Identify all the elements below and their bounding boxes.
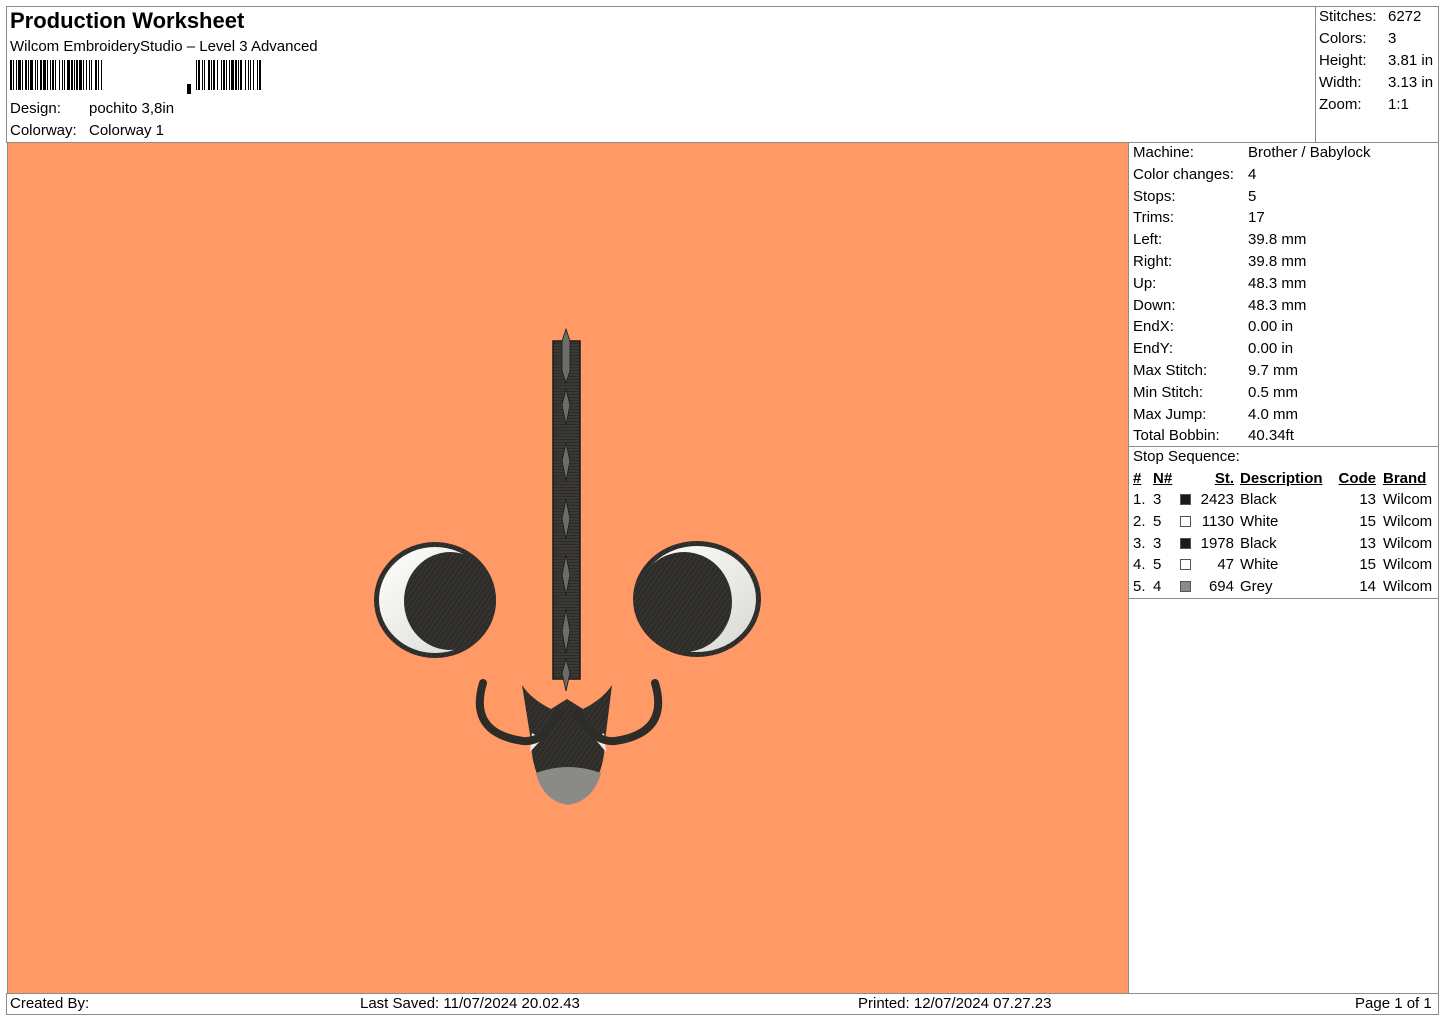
summary-label: Colors: <box>1319 30 1367 47</box>
thread-swatch <box>1180 537 1191 549</box>
detail-value: 48.3 mm <box>1248 274 1307 292</box>
thread-swatch <box>1180 559 1191 571</box>
detail-label: Min Stitch: <box>1133 383 1204 401</box>
stop-cell-n: 3 <box>1153 534 1162 552</box>
left-eye <box>374 542 496 658</box>
detail-value: 40.34ft <box>1248 427 1294 445</box>
colorway-label: Colorway: <box>10 122 77 139</box>
stop-cell-brand: Wilcom <box>1383 512 1433 530</box>
stop-cell-description: White <box>1240 512 1279 530</box>
stop-cell-index: 5. <box>1133 578 1146 596</box>
column-header: Description <box>1240 470 1323 487</box>
detail-label: Machine: <box>1133 144 1194 161</box>
software-name: Wilcom EmbroideryStudio – Level 3 Advanc… <box>10 38 318 55</box>
stop-cell-brand: Wilcom <box>1383 556 1433 574</box>
design-label: Design: <box>10 100 61 117</box>
summary-value: 1:1 <box>1388 96 1409 113</box>
stop-cell-description: Black <box>1240 534 1277 552</box>
detail-value: 39.8 mm <box>1248 253 1307 270</box>
stop-cell-code: 15 <box>1359 512 1376 530</box>
detail-label: Max Stitch: <box>1133 362 1208 379</box>
mouth <box>475 679 663 805</box>
stop-cell-n: 4 <box>1153 578 1162 596</box>
summary-value: 3.81 in <box>1388 52 1434 69</box>
stop-cell-brand: Wilcom <box>1383 534 1433 552</box>
column-header: St. <box>1214 470 1234 487</box>
stop-cell-index: 2. <box>1133 512 1146 530</box>
detail-label: Color changes: <box>1133 165 1234 183</box>
embroidery-design <box>374 327 761 805</box>
summary-label: Width: <box>1319 74 1362 91</box>
detail-label: Total Bobbin: <box>1133 427 1220 445</box>
detail-value: 17 <box>1248 209 1265 227</box>
colorway-value: Colorway 1 <box>89 122 165 139</box>
stop-cell-code: 14 <box>1359 578 1376 596</box>
stop-cell-stitches: 1130 <box>1201 512 1234 530</box>
stop-cell-n: 5 <box>1153 556 1162 574</box>
column-header: # <box>1133 470 1142 487</box>
detail-value: 48.3 mm <box>1248 296 1307 314</box>
stop-cell-code: 13 <box>1359 534 1376 552</box>
page-number: Page 1 of 1 <box>1355 995 1432 1012</box>
stop-cell-n: 3 <box>1153 491 1162 508</box>
design-value: pochito 3,8in <box>89 100 175 117</box>
detail-value: 0.00 in <box>1248 318 1294 336</box>
right-eye <box>633 541 761 657</box>
printed-date: Printed: 12/07/2024 07.27.23 <box>858 995 1052 1012</box>
last-saved: Last Saved: 11/07/2024 20.02.43 <box>360 995 580 1012</box>
summary-label: Height: <box>1319 52 1367 69</box>
stop-cell-description: Black <box>1240 491 1277 508</box>
thread-swatch <box>1180 515 1191 527</box>
stop-sequence-title: Stop Sequence: <box>1133 448 1240 465</box>
summary-label: Zoom: <box>1319 96 1362 113</box>
stop-cell-stitches: 47 <box>1217 556 1234 574</box>
detail-value: 5 <box>1248 187 1257 205</box>
detail-value: 0.00 in <box>1248 340 1294 358</box>
detail-value: 4 <box>1248 165 1257 183</box>
detail-value: 4.0 mm <box>1248 405 1299 423</box>
detail-label: EndX: <box>1133 318 1174 336</box>
footer-panel <box>6 993 1439 1015</box>
summary-value: 3 <box>1388 30 1397 47</box>
column-header: Brand <box>1383 470 1427 487</box>
detail-label: Max Jump: <box>1133 405 1207 423</box>
detail-label: Stops: <box>1133 187 1176 205</box>
stop-cell-index: 4. <box>1133 556 1146 574</box>
thread-swatch <box>1180 494 1191 505</box>
column-header: Code <box>1338 470 1377 487</box>
stop-cell-n: 5 <box>1153 512 1162 530</box>
stop-cell-brand: Wilcom <box>1383 491 1433 508</box>
detail-value: Brother / Babylock <box>1248 144 1371 161</box>
notes-panel <box>1128 598 1439 994</box>
stop-cell-code: 15 <box>1359 556 1376 574</box>
created-by: Created By: <box>10 995 90 1012</box>
summary-value: 3.13 in <box>1388 74 1434 91</box>
detail-label: Right: <box>1133 253 1173 270</box>
detail-value: 9.7 mm <box>1248 362 1299 379</box>
thread-swatch <box>1180 581 1191 593</box>
design-canvas <box>7 143 1129 994</box>
stop-cell-index: 3. <box>1133 534 1146 552</box>
detail-label: EndY: <box>1133 340 1174 358</box>
stop-cell-brand: Wilcom <box>1383 578 1433 596</box>
stop-cell-stitches: 1978 <box>1200 534 1234 552</box>
stop-cell-index: 1. <box>1133 491 1146 508</box>
detail-label: Trims: <box>1133 209 1175 227</box>
barcode <box>10 60 261 94</box>
detail-value: 0.5 mm <box>1248 383 1299 401</box>
detail-label: Up: <box>1133 274 1157 292</box>
summary-value: 6272 <box>1388 8 1422 25</box>
stop-cell-stitches: 694 <box>1208 578 1234 596</box>
stop-cell-description: White <box>1240 556 1279 574</box>
stop-cell-stitches: 2423 <box>1200 491 1234 508</box>
detail-value: 39.8 mm <box>1248 231 1307 249</box>
stop-cell-description: Grey <box>1240 578 1273 596</box>
detail-label: Left: <box>1133 231 1163 249</box>
stop-cell-code: 13 <box>1359 491 1376 508</box>
center-stripe <box>552 327 581 692</box>
detail-label: Down: <box>1133 296 1176 314</box>
summary-label: Stitches: <box>1319 8 1377 25</box>
column-header: N# <box>1153 470 1173 487</box>
page-title: Production Worksheet <box>10 8 245 33</box>
